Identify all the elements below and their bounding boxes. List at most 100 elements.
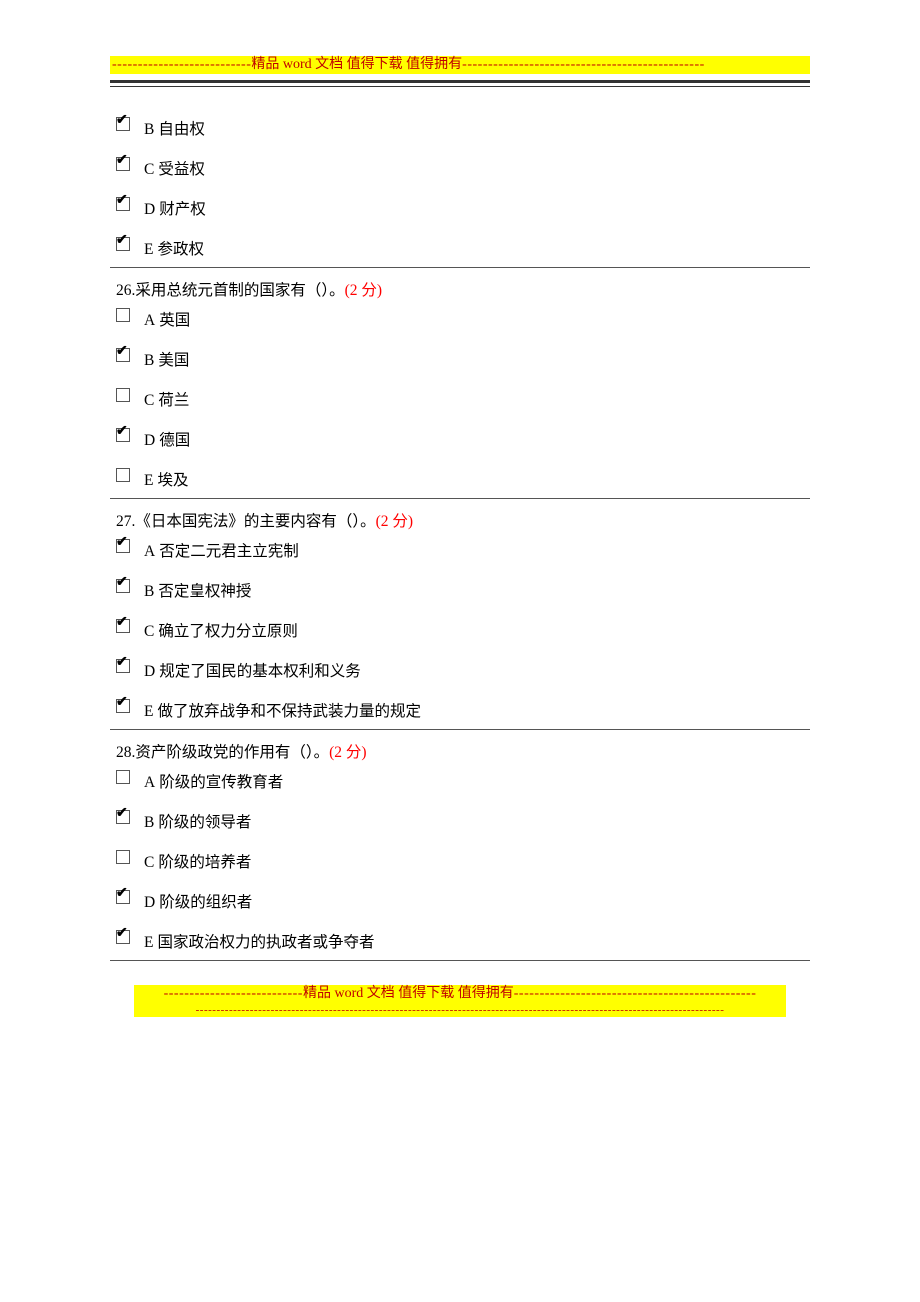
option-label: B阶级的领导者: [144, 810, 251, 832]
question-body: 《日本国宪法》的主要内容有（）。: [135, 513, 375, 530]
question-body: 资产阶级政党的作用有（）。: [135, 744, 329, 761]
checkbox-icon[interactable]: [116, 850, 130, 864]
option-letter: E: [144, 934, 153, 951]
checkbox-icon[interactable]: [116, 468, 130, 482]
option-letter: B: [144, 352, 154, 369]
option-row: E国家政治权力的执政者或争夺者: [116, 930, 810, 952]
option-letter: D: [144, 894, 155, 911]
option-row: B阶级的领导者: [116, 810, 810, 832]
option-letter: C: [144, 392, 154, 409]
option-label: A阶级的宣传教育者: [144, 770, 283, 792]
question-points: (2 分): [376, 513, 413, 530]
option-text: 阶级的领导者: [158, 814, 251, 831]
checkbox-icon[interactable]: [116, 699, 130, 713]
banner-prefix: 精品: [251, 57, 279, 72]
header-banner: ---------------------------精品 word 文档 值得…: [110, 56, 810, 74]
option-row: B自由权: [116, 117, 810, 139]
option-label: B自由权: [144, 117, 205, 139]
question-block: 27.《日本国宪法》的主要内容有（）。(2 分) A否定二元君主立宪制 B否定皇权神…: [110, 499, 810, 730]
option-letter: C: [144, 854, 154, 871]
question-block: 26.采用总统元首制的国家有（）。(2 分) A英国 B美国 C荷兰 D德国 E埃及: [110, 268, 810, 499]
checkbox-icon[interactable]: [116, 197, 130, 211]
option-letter: B: [144, 814, 154, 831]
checkbox-icon[interactable]: [116, 539, 130, 553]
option-letter: D: [144, 201, 155, 218]
question-number: 28.: [116, 744, 135, 761]
option-row: C荷兰: [116, 388, 810, 410]
option-text: 美国: [158, 352, 189, 369]
option-label: E参政权: [144, 237, 204, 259]
option-label: C荷兰: [144, 388, 189, 410]
banner-dashes-right: ----------------------------------------…: [462, 57, 705, 72]
checkbox-icon[interactable]: [116, 810, 130, 824]
option-label: E埃及: [144, 468, 188, 490]
header-rule-wrap: [0, 80, 920, 87]
option-letter: B: [144, 121, 154, 138]
option-text: 做了放弃战争和不保持武装力量的规定: [157, 703, 421, 720]
footer-banner-2: ----------------------------------------…: [134, 1003, 786, 1017]
option-text: 自由权: [158, 121, 205, 138]
option-text: 否定皇权神授: [158, 583, 251, 600]
checkbox-icon[interactable]: [116, 659, 130, 673]
footer-word: word: [334, 986, 363, 1001]
option-row: B否定皇权神授: [116, 579, 810, 601]
question-block: 28.资产阶级政党的作用有（）。(2 分)A阶级的宣传教育者B阶级的领导者C阶级…: [110, 730, 810, 961]
question-stem: 26.采用总统元首制的国家有（）。(2 分): [116, 278, 810, 300]
option-row: A阶级的宣传教育者: [116, 770, 810, 792]
option-text: 荷兰: [158, 392, 189, 409]
checkbox-icon[interactable]: [116, 348, 130, 362]
checkbox-icon[interactable]: [116, 619, 130, 633]
option-row: C阶级的培养者: [116, 850, 810, 872]
option-label: C确立了权力分立原则: [144, 619, 298, 641]
questions-content: B自由权C受益权D财产权E参政权26.采用总统元首制的国家有（）。(2 分)A英…: [0, 107, 920, 961]
question-points: (2 分): [329, 744, 366, 761]
option-label: D德国: [144, 428, 190, 450]
checkbox-icon[interactable]: [116, 890, 130, 904]
option-label: D阶级的组织者: [144, 890, 252, 912]
checkbox-icon[interactable]: [116, 930, 130, 944]
option-letter: D: [144, 663, 155, 680]
option-label: E做了放弃战争和不保持武装力量的规定: [144, 699, 421, 721]
option-row: E参政权: [116, 237, 810, 259]
question-block: B自由权C受益权D财产权E参政权: [110, 107, 810, 268]
question-stem: 28.资产阶级政党的作用有（）。(2 分): [116, 740, 810, 762]
option-label: E国家政治权力的执政者或争夺者: [144, 930, 374, 952]
option-letter: A: [144, 774, 155, 791]
footer-banner-wrap: ---------------------------精品 word 文档 值得…: [0, 985, 920, 1017]
footer-dashes-left: ---------------------------: [164, 986, 303, 1001]
option-text: 阶级的组织者: [159, 894, 252, 911]
option-text: 确立了权力分立原则: [158, 623, 298, 640]
option-text: 国家政治权力的执政者或争夺者: [157, 934, 374, 951]
option-row: E做了放弃战争和不保持武装力量的规定: [116, 699, 810, 721]
option-letter: A: [144, 543, 155, 560]
option-text: 英国: [159, 312, 190, 329]
option-text: 规定了国民的基本权利和义务: [159, 663, 361, 680]
option-row: D财产权: [116, 197, 810, 219]
option-text: 阶级的培养者: [158, 854, 251, 871]
question-number: 26.: [116, 282, 135, 299]
checkbox-icon[interactable]: [116, 237, 130, 251]
option-label: D财产权: [144, 197, 206, 219]
checkbox-icon[interactable]: [116, 308, 130, 322]
option-text: 德国: [159, 432, 190, 449]
checkbox-icon[interactable]: [116, 388, 130, 402]
question-number: 27.: [116, 513, 135, 530]
option-letter: B: [144, 583, 154, 600]
option-letter: E: [144, 472, 153, 489]
option-label: B美国: [144, 348, 189, 370]
question-stem: 27.《日本国宪法》的主要内容有（）。(2 分): [116, 509, 810, 531]
option-row: D德国: [116, 428, 810, 450]
header-banner-wrap: ---------------------------精品 word 文档 值得…: [0, 56, 920, 74]
banner-word: word: [283, 57, 312, 72]
option-label: C阶级的培养者: [144, 850, 251, 872]
option-label: A英国: [144, 308, 190, 330]
option-text: 受益权: [158, 161, 205, 178]
checkbox-icon[interactable]: [116, 157, 130, 171]
checkbox-icon[interactable]: [116, 770, 130, 784]
checkbox-icon[interactable]: [116, 579, 130, 593]
option-letter: E: [144, 703, 153, 720]
option-label: A否定二元君主立宪制: [144, 539, 299, 561]
checkbox-icon[interactable]: [116, 117, 130, 131]
option-row: D阶级的组织者: [116, 890, 810, 912]
checkbox-icon[interactable]: [116, 428, 130, 442]
